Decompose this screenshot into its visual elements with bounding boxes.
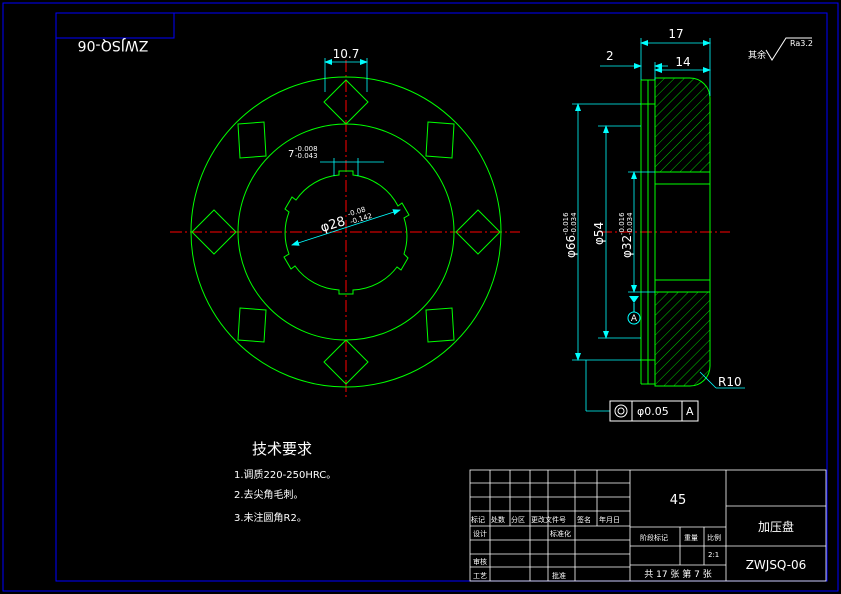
mid-hdr-1: 重量 — [684, 534, 698, 542]
row-label-0: 设计 — [473, 529, 487, 538]
tech-item-3: 3.未注圆角R2。 — [234, 511, 307, 524]
engineering-drawing: ZWJSQ-06 10.7 7 -0.008 -0.043 φ28 -0.08 … — [2, 2, 839, 592]
pocket-bottom-right — [425, 307, 455, 343]
mid-hdr-0: 阶段标记 — [640, 533, 668, 542]
pocket-top-right — [425, 121, 455, 159]
dim-total-width: 17 — [668, 27, 683, 41]
dia-mid-dim: φ54 — [592, 222, 606, 245]
outer-frame — [2, 2, 839, 592]
dia-bore-tol-lower: -0.034 — [626, 212, 634, 235]
dim-body: 14 — [675, 55, 690, 69]
spline-width-dim: 7 — [288, 149, 294, 160]
tech-item-2: 2.去尖角毛刺。 — [234, 488, 304, 501]
hatch-lower — [654, 291, 711, 387]
spline-tol-lower: -0.043 — [295, 152, 318, 160]
hdr-3: 更改文件号 — [531, 515, 566, 524]
inner-frame — [55, 12, 828, 582]
dia-bore-dim: φ32 — [620, 235, 634, 258]
section-view: 17 2 14 φ66 -0.016 -0.034 φ54 φ32 -0.016… — [562, 27, 813, 422]
mid-hdr-2: 比例 — [707, 533, 721, 542]
sheet-info: 共 17 张 第 7 张 — [644, 568, 711, 580]
hdr-4: 签名 — [577, 515, 591, 524]
scale: 2:1 — [708, 551, 719, 559]
material: 45 — [670, 493, 687, 508]
dia-outer-dim: φ66 — [564, 235, 578, 258]
part-name: 加压盘 — [758, 519, 794, 534]
hdr-2: 分区 — [511, 515, 525, 524]
datum-label: A — [631, 314, 638, 324]
row-label-2: 审核 — [473, 557, 487, 566]
tech-item-1: 1.调质220-250HRC。 — [234, 469, 336, 481]
hatch-upper — [654, 77, 711, 173]
drawing-number: ZWJSQ-06 — [746, 558, 807, 572]
spline-diameter-dim: φ28 — [319, 214, 347, 236]
tolerance-datum: A — [686, 405, 694, 418]
dia-outer-tol-upper: -0.016 — [562, 212, 570, 235]
hdr-0: 标记 — [471, 515, 485, 524]
dia-outer-tol-lower: -0.034 — [570, 212, 578, 235]
pocket-bottom-left — [237, 307, 267, 343]
row-label-3: 工艺 — [473, 572, 487, 580]
radius-dim: R10 — [718, 375, 742, 389]
dia-bore-tol-upper: -0.016 — [618, 212, 626, 235]
stamp-code: ZWJSQ-06 — [78, 37, 149, 53]
row-label-4: 批准 — [552, 571, 566, 580]
front-view: 10.7 7 -0.008 -0.043 φ28 -0.08 -0.142 — [170, 47, 520, 400]
hdr-5: 年月日 — [599, 515, 620, 524]
pocket-top-left — [237, 121, 267, 159]
hdr-1: 处数 — [491, 515, 505, 524]
tech-title: 技术要求 — [252, 440, 312, 458]
roughness-label: 其余 — [748, 49, 766, 61]
stamp-box — [55, 12, 175, 39]
key-width-dim: 10.7 — [333, 47, 360, 61]
tolerance-value: φ0.05 — [637, 405, 669, 418]
row-label-1: 标准化 — [550, 529, 571, 538]
roughness-value: Ra3.2 — [790, 39, 813, 48]
dim-flange: 2 — [606, 49, 614, 63]
